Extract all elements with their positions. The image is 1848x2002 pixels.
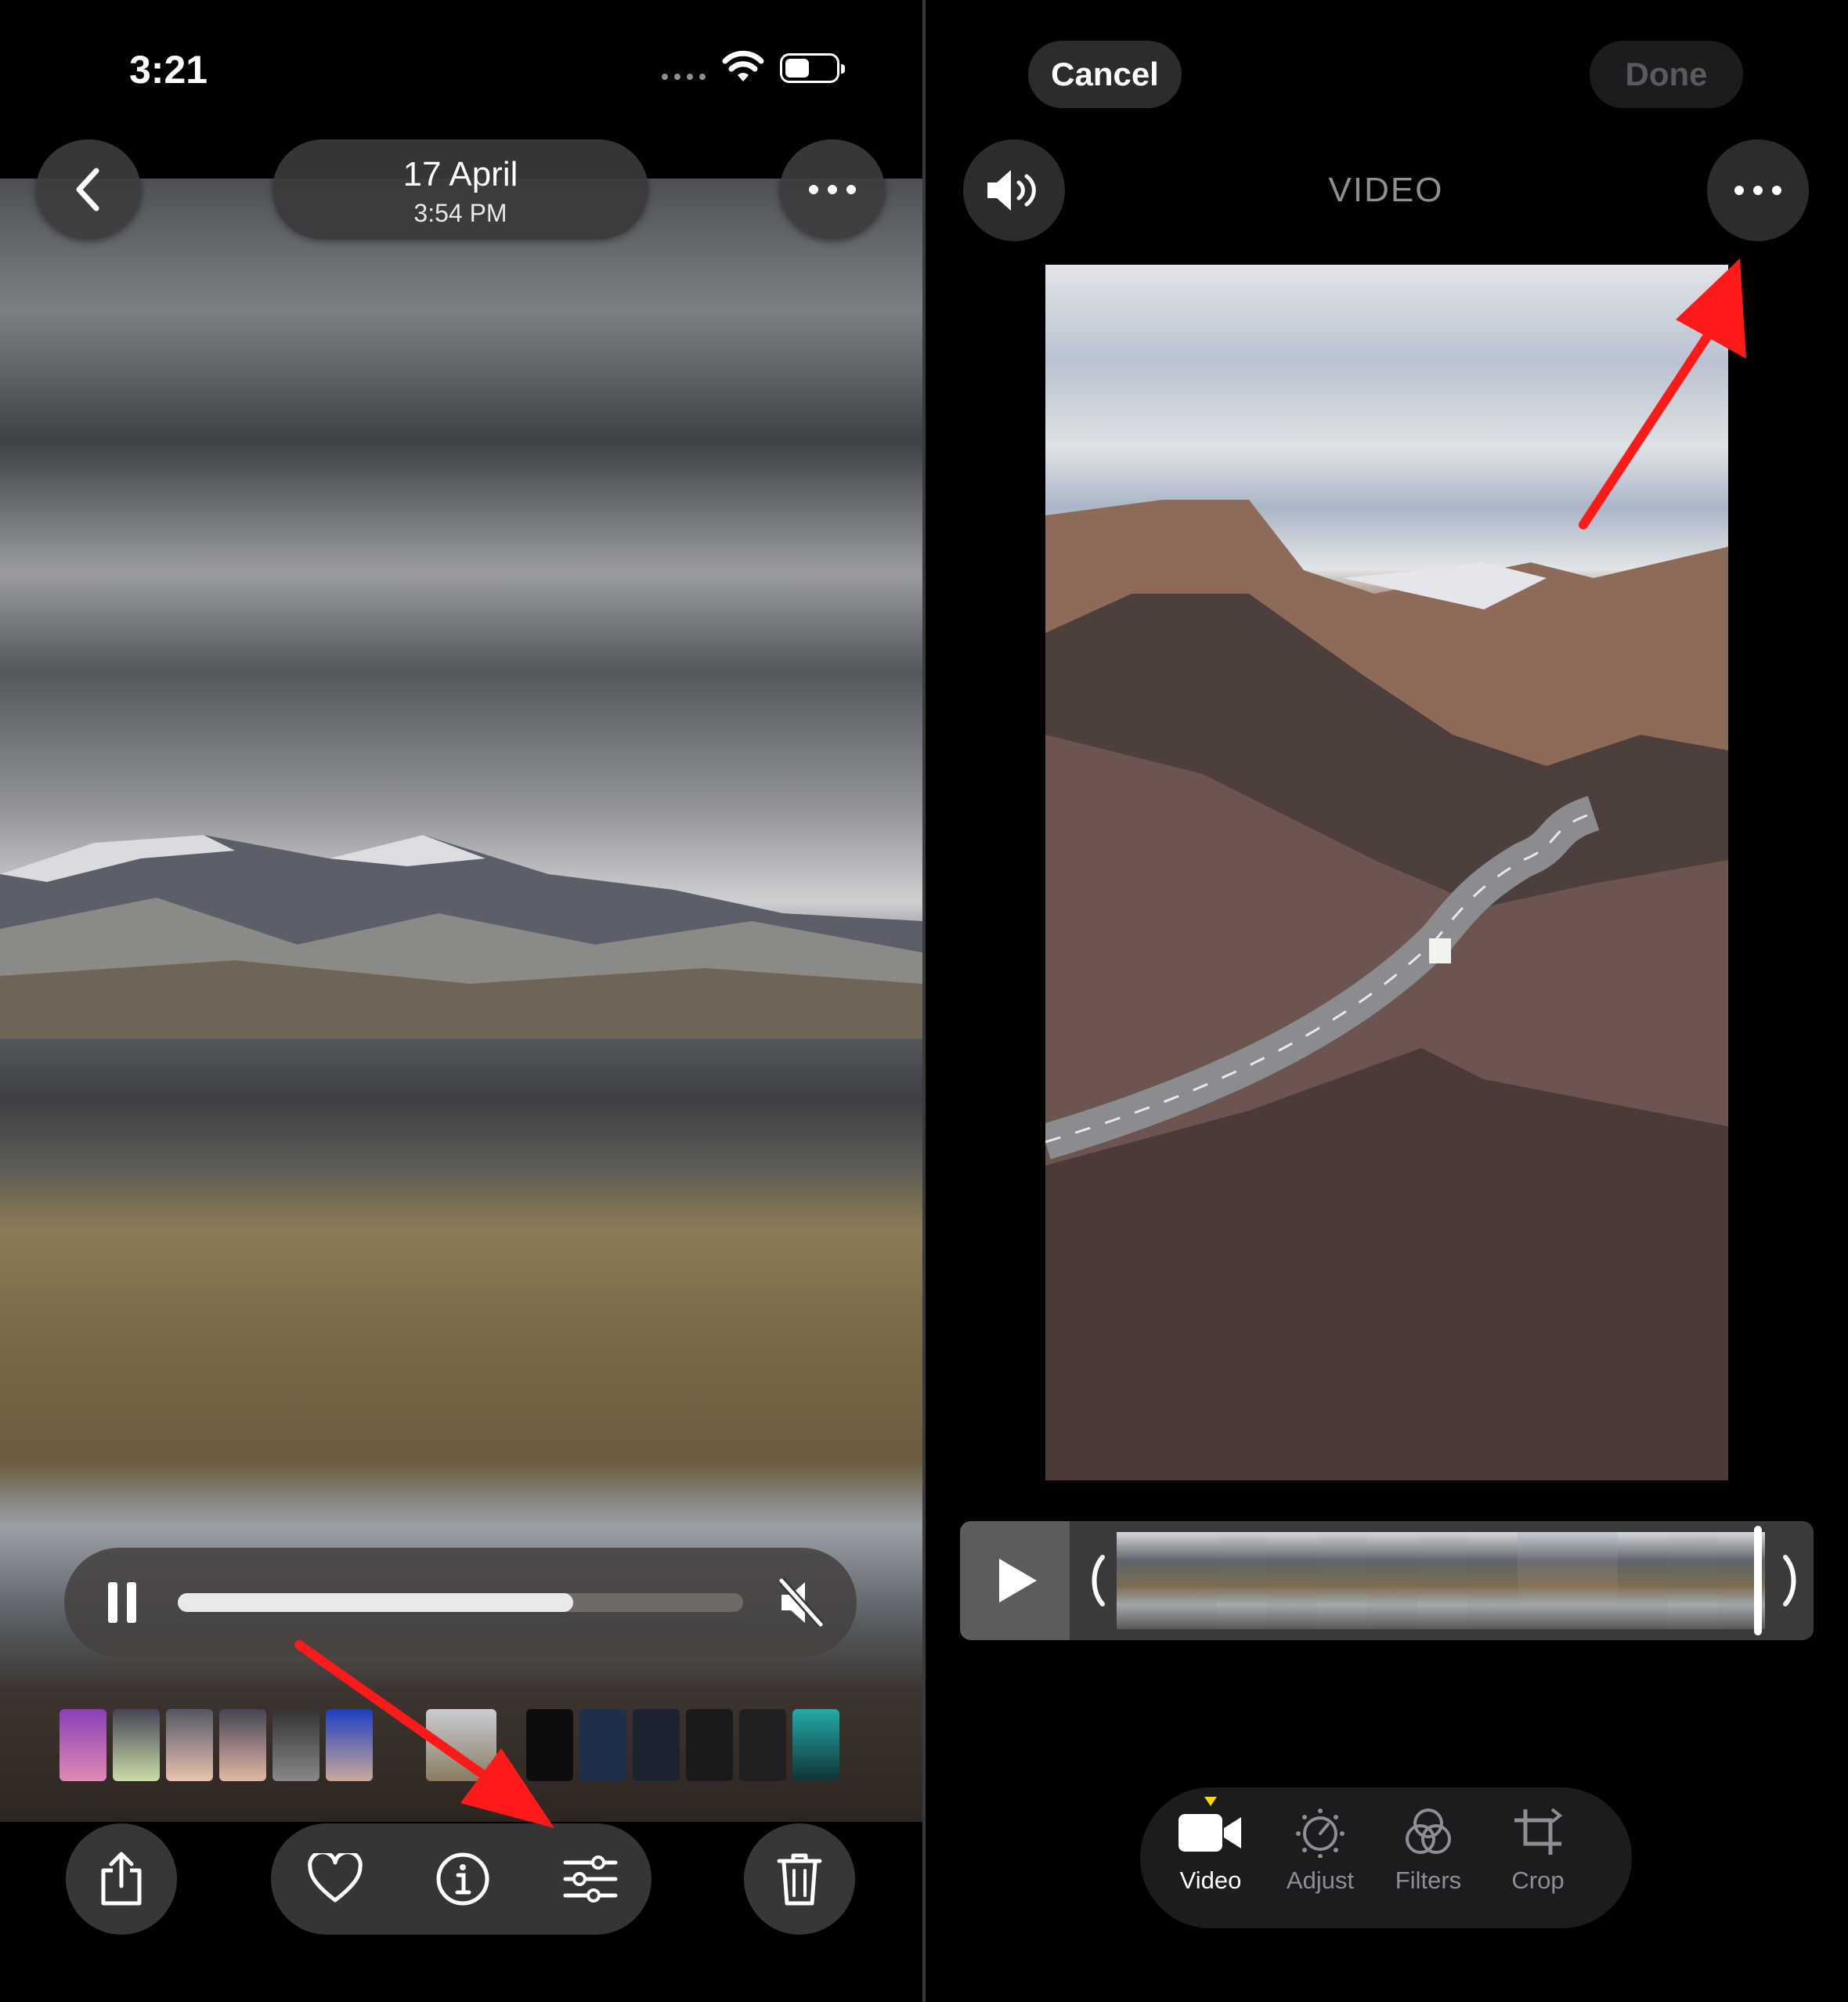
annotation-arrow-edit bbox=[294, 1640, 554, 1828]
annotation-arrow-more bbox=[1579, 258, 1746, 529]
annotation-arrows bbox=[294, 258, 1746, 1828]
